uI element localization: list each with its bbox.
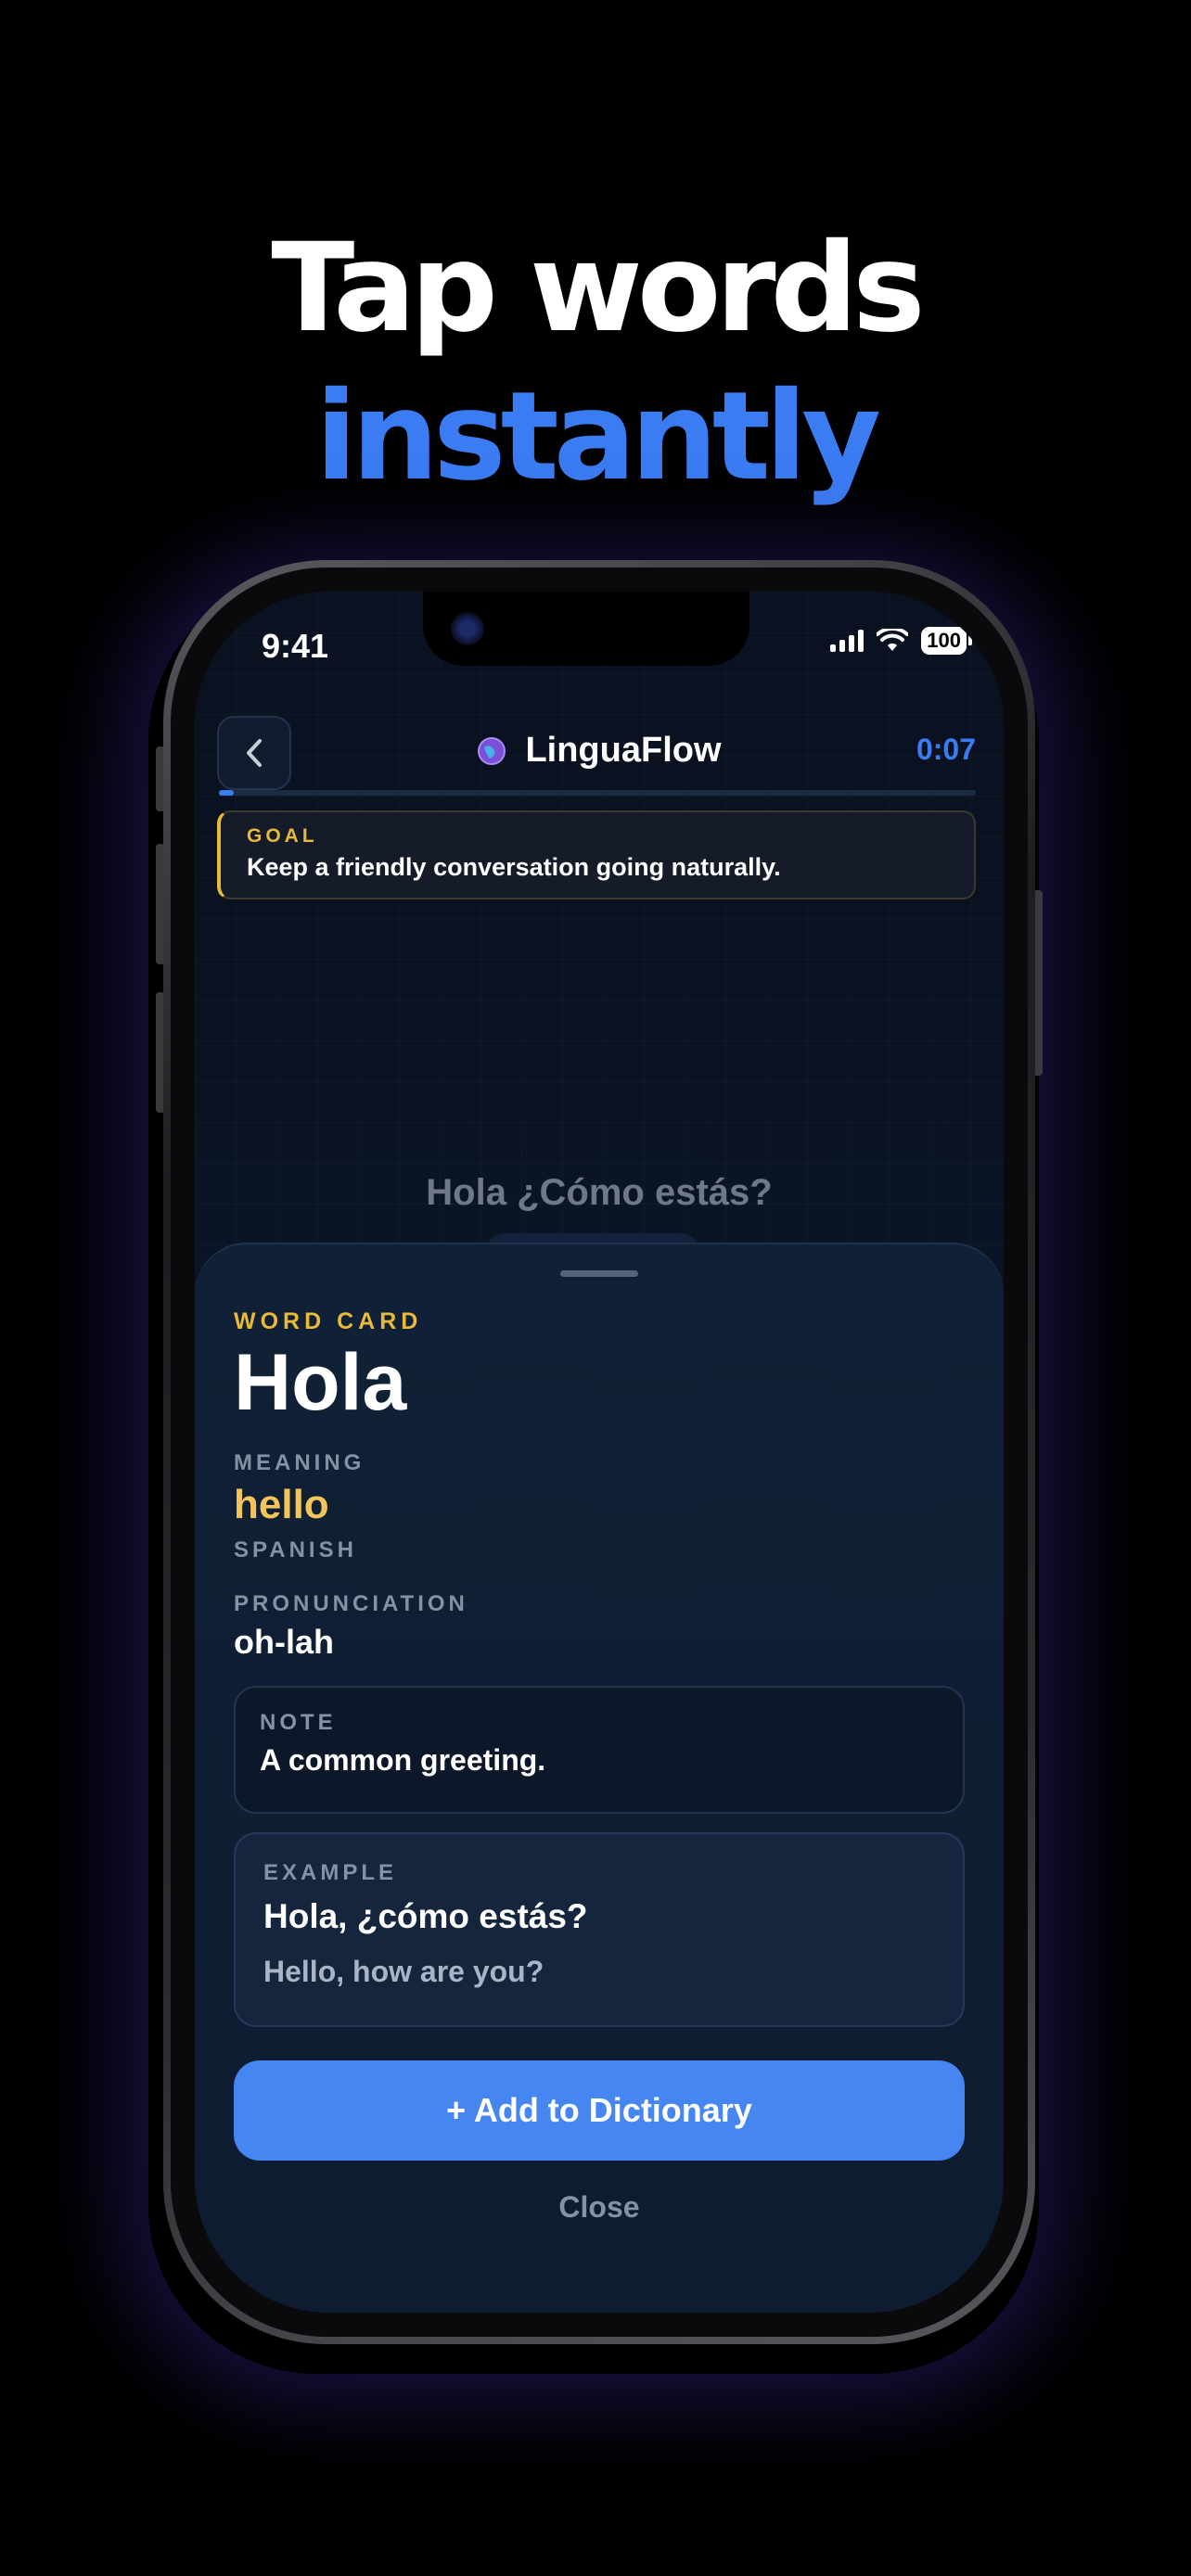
note-text: A common greeting. [260,1743,546,1778]
app-name: LinguaFlow [525,731,722,770]
language-label: SPANISH [234,1537,357,1563]
pronunciation-value: oh-lah [234,1623,334,1662]
cellular-signal-icon [830,630,864,652]
session-progress-bar [219,790,976,796]
phone-bezel: 9:41 100 LinguaFlow 0:07 GOAL Keep a fri… [171,567,1028,2337]
meaning-label: MEANING [234,1450,365,1476]
camera-icon [451,612,484,645]
phone-frame: 9:41 100 LinguaFlow 0:07 GOAL Keep a fri… [163,560,1035,2344]
meaning-value: hello [234,1482,329,1528]
goal-label: GOAL [247,825,318,847]
add-to-dictionary-button[interactable]: + Add to Dictionary [234,2060,965,2162]
goal-banner: GOAL Keep a friendly conversation going … [217,810,976,899]
close-button[interactable]: Close [234,2190,965,2225]
status-time: 9:41 [262,627,329,665]
sheet-drag-handle[interactable] [560,1270,638,1277]
wifi-icon [877,629,909,651]
headline-line-1: Tap words [271,217,925,360]
battery-icon: 100 [921,627,972,655]
example-box: EXAMPLE Hola, ¿cómo estás? Hello, how ar… [234,1832,965,2028]
session-progress-fill [219,790,235,796]
goal-text: Keep a friendly conversation going natur… [247,853,781,881]
globe-icon [478,736,506,765]
app-screen: 9:41 100 LinguaFlow 0:07 GOAL Keep a fri… [195,592,1004,2313]
word-title: Hola [234,1338,407,1427]
battery-level: 100 [921,627,967,655]
word-card-label: WORD CARD [234,1308,423,1334]
status-indicators: 100 [830,627,972,655]
example-translation: Hello, how are you? [263,1955,544,1989]
session-timer: 0:07 [916,733,976,766]
example-label: EXAMPLE [263,1860,398,1886]
app-title: LinguaFlow [195,731,1004,771]
note-box: NOTE A common greeting. [234,1686,965,1815]
word-card-sheet: WORD CARD Hola MEANING hello SPANISH PRO… [195,1243,1004,2313]
marketing-headline: Tap words instantly [0,227,1191,498]
headline-line-2: instantly [314,365,881,508]
conversation-phrase[interactable]: Hola ¿Cómo estás? [195,1172,1004,1214]
note-label: NOTE [260,1710,337,1736]
example-sentence: Hola, ¿cómo estás? [263,1897,588,1936]
pronunciation-label: PRONUNCIATION [234,1591,468,1617]
